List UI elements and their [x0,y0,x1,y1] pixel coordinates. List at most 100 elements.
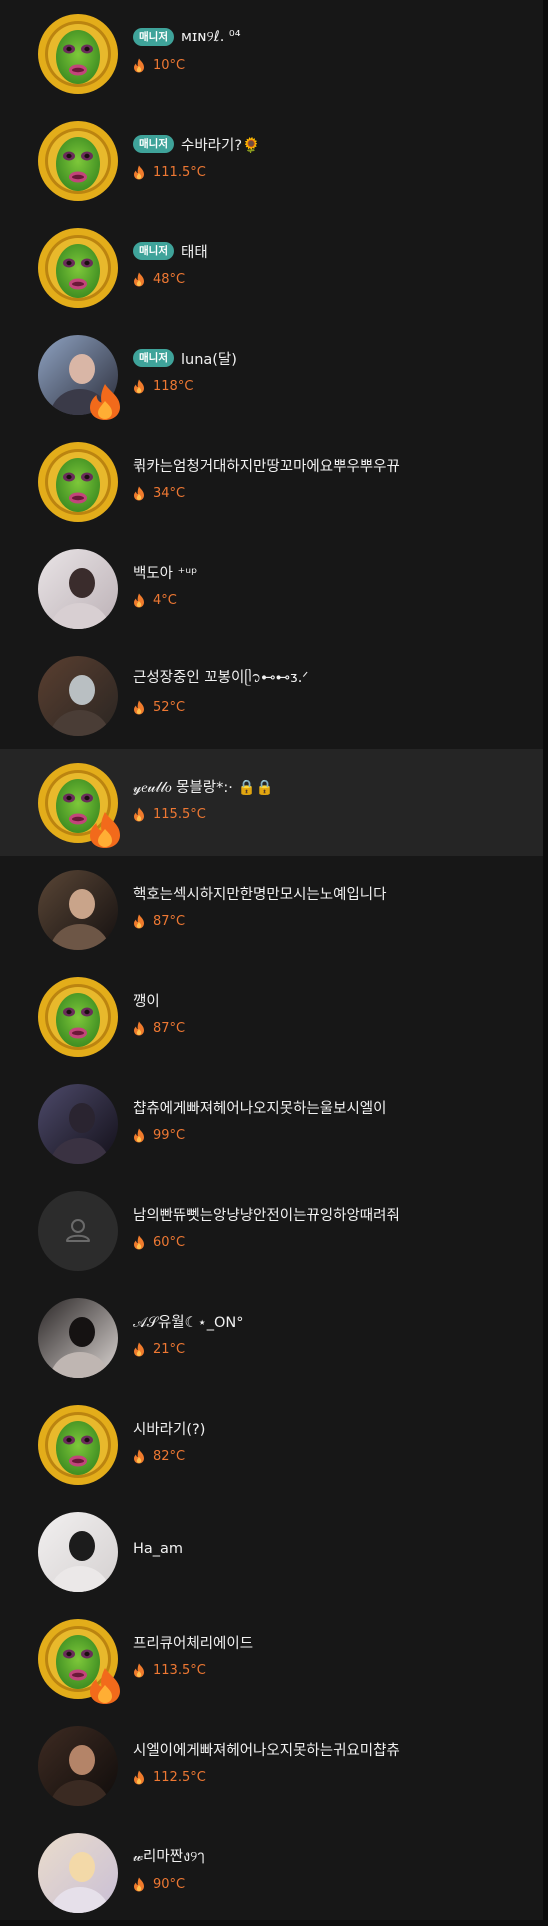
temperature-line: 21°C [133,1339,533,1359]
member-row[interactable]: Ha_am [0,1498,543,1605]
member-row[interactable]: 𝒜𝒮유월☾⋆_ON° 21°C [0,1284,543,1391]
temperature-value: 113.5°C [153,1662,206,1678]
avatar[interactable] [38,335,120,420]
member-name: 𝓌리마짠ง୨ๅ [133,1848,205,1865]
member-row[interactable]: 근성장중인 꼬봉이ᥫ᭡⊷⊷ᴣ.ᐟ 52°C [0,642,543,749]
temperature-line: 52°C [133,697,533,717]
name-line: 핵호는섹시하지만한명만모시는노예입니다 [133,880,533,906]
temperature-value: 87°C [153,1020,186,1036]
member-name: 핵호는섹시하지만한명만모시는노예입니다 [133,886,387,903]
member-row[interactable]: 매니저 luna(달) 118°C [0,321,543,428]
member-name: 백도아 ⁺ᵘᵖ [133,565,198,582]
member-name: 𝓎𝑒𝓊𝓁𝓁𝑜 몽블랑*:· 🔒🔒 [133,779,274,796]
member-row[interactable]: 매니저 ᴍɪɴ୨ℓ. ⁰⁴ 10°C [0,0,543,107]
name-line: Ha_am [133,1536,533,1562]
avatar[interactable] [38,1298,118,1378]
name-line: 근성장중인 꼬봉이ᥫ᭡⊷⊷ᴣ.ᐟ [133,666,533,692]
member-name: 남의빤뜌뻿는앙냥냥안전이는뀨잉하앙때려줘 [133,1207,400,1224]
member-info: 프리큐어체리에이드 113.5°C [133,1629,533,1680]
avatar[interactable] [38,656,118,736]
flame-icon [134,914,144,928]
temperature-value: 90°C [153,1876,186,1892]
name-line: 프리큐어체리에이드 [133,1629,533,1655]
avatar[interactable] [38,1084,118,1164]
member-row[interactable]: 깽이 87°C [0,963,543,1070]
name-line: 시바라기(?) [133,1415,533,1441]
member-name: luna(달) [180,351,237,368]
avatar[interactable] [38,1726,118,1806]
member-row[interactable]: 퀶카는엄청거대하지만땅꼬마에요뿌우뿌우뀨 34°C [0,428,543,535]
name-line: 시엘이에게빠져헤어나오지못하는귀요미챱츄 [133,1736,533,1762]
flame-icon [134,1770,144,1784]
member-row[interactable]: 프리큐어체리에이드 113.5°C [0,1605,543,1712]
member-row[interactable]: 매니저 수바라기?🌻 111.5°C [0,107,543,214]
temperature-line: 90°C [133,1874,533,1894]
member-info: 매니저 태태 48°C [133,238,533,289]
member-info: 퀶카는엄청거대하지만땅꼬마에요뿌우뿌우뀨 34°C [133,452,533,503]
flame-icon [134,165,144,179]
member-info: 깽이 87°C [133,987,533,1038]
avatar[interactable] [38,14,118,94]
member-name: 𝒜𝒮유월☾⋆_ON° [133,1314,244,1331]
temperature-line: 60°C [133,1232,533,1252]
member-info: 근성장중인 꼬봉이ᥫ᭡⊷⊷ᴣ.ᐟ 52°C [133,666,533,717]
member-row[interactable]: 𝓌리마짠ง୨ๅ 90°C [0,1819,543,1926]
fire-badge-icon [90,384,120,420]
manager-badge: 매니저 [133,242,174,260]
member-info: 𝓎𝑒𝓊𝓁𝓁𝑜 몽블랑*:· 🔒🔒 115.5°C [133,773,533,824]
member-row[interactable]: 시엘이에게빠져헤어나오지못하는귀요미챱츄 112.5°C [0,1712,543,1819]
avatar[interactable] [38,1405,118,1485]
flame-icon [134,1128,144,1142]
temperature-line: 113.5°C [133,1660,533,1680]
temperature-line: 115.5°C [133,804,533,824]
member-info: 백도아 ⁺ᵘᵖ 4°C [133,559,533,610]
member-info: 𝒜𝒮유월☾⋆_ON° 21°C [133,1308,533,1359]
temperature-value: 115.5°C [153,806,206,822]
temperature-value: 48°C [153,271,186,287]
temperature-value: 21°C [153,1341,186,1357]
member-row[interactable]: 남의빤뜌뻿는앙냥냥안전이는뀨잉하앙때려줘 60°C [0,1177,543,1284]
member-info: 챱츄에게빠져헤어나오지못하는울보시엘이 99°C [133,1094,533,1145]
avatar[interactable] [38,549,118,629]
temperature-value: 112.5°C [153,1769,206,1785]
temperature-line: 82°C [133,1446,533,1466]
member-info: 𝓌리마짠ง୨ๅ 90°C [133,1843,533,1894]
member-info: 매니저 luna(달) 118°C [133,345,533,396]
name-line: 𝒜𝒮유월☾⋆_ON° [133,1308,533,1334]
temperature-value: 99°C [153,1127,186,1143]
manager-badge: 매니저 [133,28,174,46]
default-avatar-icon[interactable] [38,1191,118,1271]
avatar[interactable] [38,870,118,950]
name-line: 𝓌리마짠ง୨ๅ [133,1843,533,1869]
flame-icon [134,1663,144,1677]
member-row[interactable]: 백도아 ⁺ᵘᵖ 4°C [0,535,543,642]
flame-icon [134,1235,144,1249]
member-name: 챱츄에게빠져헤어나오지못하는울보시엘이 [133,1100,387,1117]
name-line: 매니저 수바라기?🌻 [133,131,533,157]
member-name: 깽이 [133,993,160,1010]
avatar[interactable] [38,1619,120,1704]
member-row[interactable]: 매니저 태태 48°C [0,214,543,321]
avatar[interactable] [38,763,120,848]
member-row[interactable]: 시바라기(?) 82°C [0,1391,543,1498]
scrollbar[interactable] [543,0,548,1920]
temperature-line: 87°C [133,1018,533,1038]
avatar[interactable] [38,1512,118,1592]
flame-icon [134,272,144,286]
avatar[interactable] [38,1833,118,1913]
fire-badge-icon [90,1668,120,1704]
member-row[interactable]: 핵호는섹시하지만한명만모시는노예입니다 87°C [0,856,543,963]
flame-icon [134,58,144,72]
member-name: Ha_am [133,1541,184,1557]
manager-badge: 매니저 [133,349,174,367]
avatar[interactable] [38,442,118,522]
avatar[interactable] [38,977,118,1057]
member-row[interactable]: 챱츄에게빠져헤어나오지못하는울보시엘이 99°C [0,1070,543,1177]
temperature-value: 4°C [153,592,177,608]
temperature-value: 111.5°C [153,164,206,180]
member-name: 근성장중인 꼬봉이ᥫ᭡⊷⊷ᴣ.ᐟ [133,669,309,686]
avatar[interactable] [38,121,118,201]
avatar[interactable] [38,228,118,308]
name-line: 매니저 태태 [133,238,533,264]
member-row[interactable]: 𝓎𝑒𝓊𝓁𝓁𝑜 몽블랑*:· 🔒🔒 115.5°C [0,749,543,856]
